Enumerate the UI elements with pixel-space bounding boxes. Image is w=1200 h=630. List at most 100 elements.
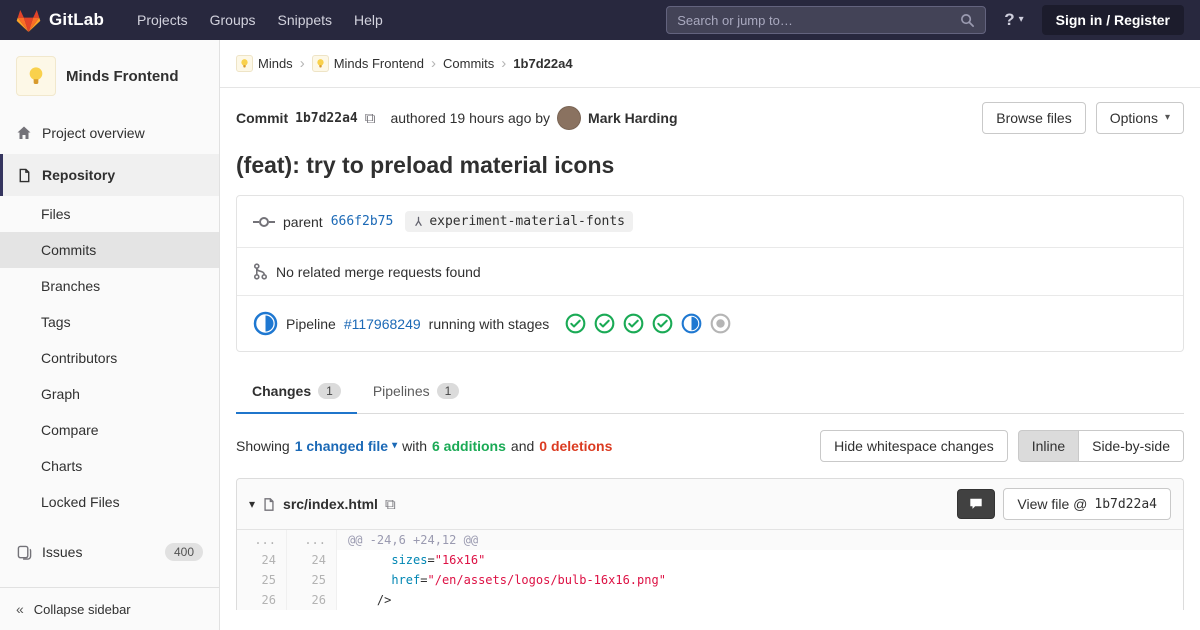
main-content: Minds › Minds Frontend › Commits › 1b7d2… — [220, 40, 1200, 630]
pipeline-mini-graph — [565, 313, 731, 334]
new-line-number[interactable]: 26 — [287, 590, 337, 610]
diff-file-path[interactable]: src/index.html — [283, 496, 378, 512]
diff-stats-bar: Showing 1 changed file ▾ with 6 addition… — [236, 430, 1184, 462]
tanuki-icon — [16, 8, 41, 33]
sidebar-item-locked-files[interactable]: Locked Files — [0, 484, 219, 520]
sidebar-item-issues[interactable]: Issues 400 — [0, 530, 219, 574]
showing-label: Showing — [236, 438, 290, 454]
breadcrumb-label: Commits — [443, 56, 495, 71]
brand-wordmark: GitLab — [49, 10, 105, 29]
sidebar-item-label: Repository — [42, 167, 116, 183]
sidebar-item-files[interactable]: Files — [0, 196, 219, 232]
commit-title: (feat): try to preload material icons — [236, 152, 615, 178]
old-line-number[interactable]: 25 — [237, 570, 287, 590]
help-menu[interactable]: ? ▾ — [1004, 10, 1023, 30]
top-navbar: GitLab Projects Groups Snippets Help ? ▾… — [0, 0, 1200, 40]
options-label: Options — [1109, 110, 1158, 126]
changes-count-badge: 1 — [318, 383, 341, 399]
sidebar-item-graph[interactable]: Graph — [0, 376, 219, 412]
browse-files-button[interactable]: Browse files — [982, 102, 1086, 134]
breadcrumb-label: Minds — [258, 56, 293, 71]
tab-changes[interactable]: Changes 1 — [236, 370, 357, 414]
nav-projects[interactable]: Projects — [126, 1, 199, 39]
options-button[interactable]: Options ▾ — [1095, 102, 1184, 134]
copy-commit-sha-icon[interactable]: ⧉ — [365, 110, 376, 127]
collapse-sidebar-label: Collapse sidebar — [33, 601, 131, 617]
pipeline-id-link[interactable]: #117968249 — [344, 316, 421, 332]
parent-label: parent — [283, 213, 323, 230]
sidebar-item-branches[interactable]: Branches — [0, 268, 219, 304]
hunk-header: @@ -24,6 +24,12 @@ — [337, 530, 1183, 550]
project-sidebar: Minds Frontend Project overview Reposito… — [0, 40, 220, 630]
project-context[interactable]: Minds Frontend — [0, 40, 219, 112]
nav-groups[interactable]: Groups — [199, 1, 267, 39]
diff-line: 25 25 href="/en/assets/logos/bulb-16x16.… — [237, 570, 1183, 590]
new-line-number[interactable]: 25 — [287, 570, 337, 590]
collapse-diff-icon[interactable]: ▾ — [249, 497, 255, 511]
diff-file-actions: View file @ 1b7d22a4 — [957, 488, 1171, 520]
breadcrumb-label: Minds Frontend — [333, 56, 425, 71]
stage-success-icon[interactable] — [594, 313, 615, 334]
commit-label: Commit — [236, 110, 289, 126]
hide-whitespace-button[interactable]: Hide whitespace changes — [820, 430, 1008, 462]
code-line: sizes="16x16" — [337, 550, 1183, 570]
sidebar-item-tags[interactable]: Tags — [0, 304, 219, 340]
global-search[interactable] — [666, 6, 987, 34]
parent-sha-link[interactable]: 666f2b75 — [331, 214, 394, 229]
changed-files-dropdown[interactable]: 1 changed file ▾ — [295, 438, 397, 454]
side-by-side-view-button[interactable]: Side-by-side — [1079, 430, 1184, 462]
stage-running-icon[interactable] — [681, 313, 702, 334]
pipelines-count-badge: 1 — [436, 383, 460, 399]
diff-line: 24 24 sizes="16x16" — [237, 550, 1183, 570]
gitlab-logo[interactable]: GitLab — [16, 8, 104, 33]
changed-files-label: 1 changed file — [294, 438, 389, 454]
stage-success-icon[interactable] — [565, 313, 586, 334]
sidebar-item-label: Issues — [42, 544, 83, 560]
collapse-sidebar-button[interactable]: « Collapse sidebar — [0, 587, 219, 630]
expand-up-cell[interactable]: ... — [237, 530, 287, 550]
old-line-number[interactable]: 26 — [237, 590, 287, 610]
sidebar-item-project-overview[interactable]: Project overview — [0, 112, 219, 154]
toggle-comments-button[interactable] — [957, 489, 996, 519]
issues-icon — [16, 544, 32, 560]
with-label: with — [402, 438, 427, 454]
stage-success-icon[interactable] — [652, 313, 673, 334]
sidebar-item-compare[interactable]: Compare — [0, 412, 219, 448]
tab-pipelines[interactable]: Pipelines 1 — [357, 370, 476, 414]
expand-up-cell[interactable]: ... — [287, 530, 337, 550]
project-name: Minds Frontend — [66, 67, 179, 85]
breadcrumb-group[interactable]: Minds — [236, 55, 293, 72]
sidebar-item-contributors[interactable]: Contributors — [0, 340, 219, 376]
punct-token: = — [420, 573, 428, 587]
copy-file-path-icon[interactable]: ⧉ — [385, 496, 396, 513]
stage-created-icon[interactable] — [710, 313, 731, 334]
no-merge-requests-text: No related merge requests found — [276, 263, 481, 280]
pipeline-running-icon[interactable] — [253, 311, 278, 336]
search-input[interactable] — [677, 12, 953, 28]
view-file-sha: 1b7d22a4 — [1094, 496, 1157, 512]
author-name[interactable]: Mark Harding — [588, 110, 677, 126]
sidebar-item-charts[interactable]: Charts — [0, 448, 219, 484]
view-file-button[interactable]: View file @ 1b7d22a4 — [1003, 488, 1171, 520]
nav-help[interactable]: Help — [343, 1, 394, 39]
double-chevron-left-icon: « — [16, 601, 24, 617]
commit-icon — [253, 215, 275, 229]
old-line-number[interactable]: 24 — [237, 550, 287, 570]
author-avatar[interactable] — [557, 106, 582, 130]
tab-label: Pipelines — [372, 383, 430, 399]
inline-view-button[interactable]: Inline — [1017, 430, 1080, 462]
branch-ref-pill[interactable]: experiment-material-fonts — [405, 211, 633, 232]
sidebar-item-commits[interactable]: Commits — [0, 232, 219, 268]
pipeline-row: Pipeline #117968249 running with stages — [237, 295, 1183, 351]
commit-info-box: parent 666f2b75 experiment-material-font… — [236, 195, 1184, 352]
breadcrumb-project[interactable]: Minds Frontend — [311, 55, 425, 72]
signin-register-button[interactable]: Sign in / Register — [1041, 5, 1184, 35]
commit-page: Commit 1b7d22a4 ⧉ authored 19 hours ago … — [220, 88, 1200, 630]
new-line-number[interactable]: 24 — [287, 550, 337, 570]
stage-success-icon[interactable] — [623, 313, 644, 334]
breadcrumb-commits[interactable]: Commits — [443, 56, 494, 71]
and-label: and — [510, 438, 535, 454]
sidebar-item-repository[interactable]: Repository — [0, 154, 219, 196]
nav-snippets[interactable]: Snippets — [267, 1, 343, 39]
parent-row: parent 666f2b75 experiment-material-font… — [237, 196, 1183, 247]
